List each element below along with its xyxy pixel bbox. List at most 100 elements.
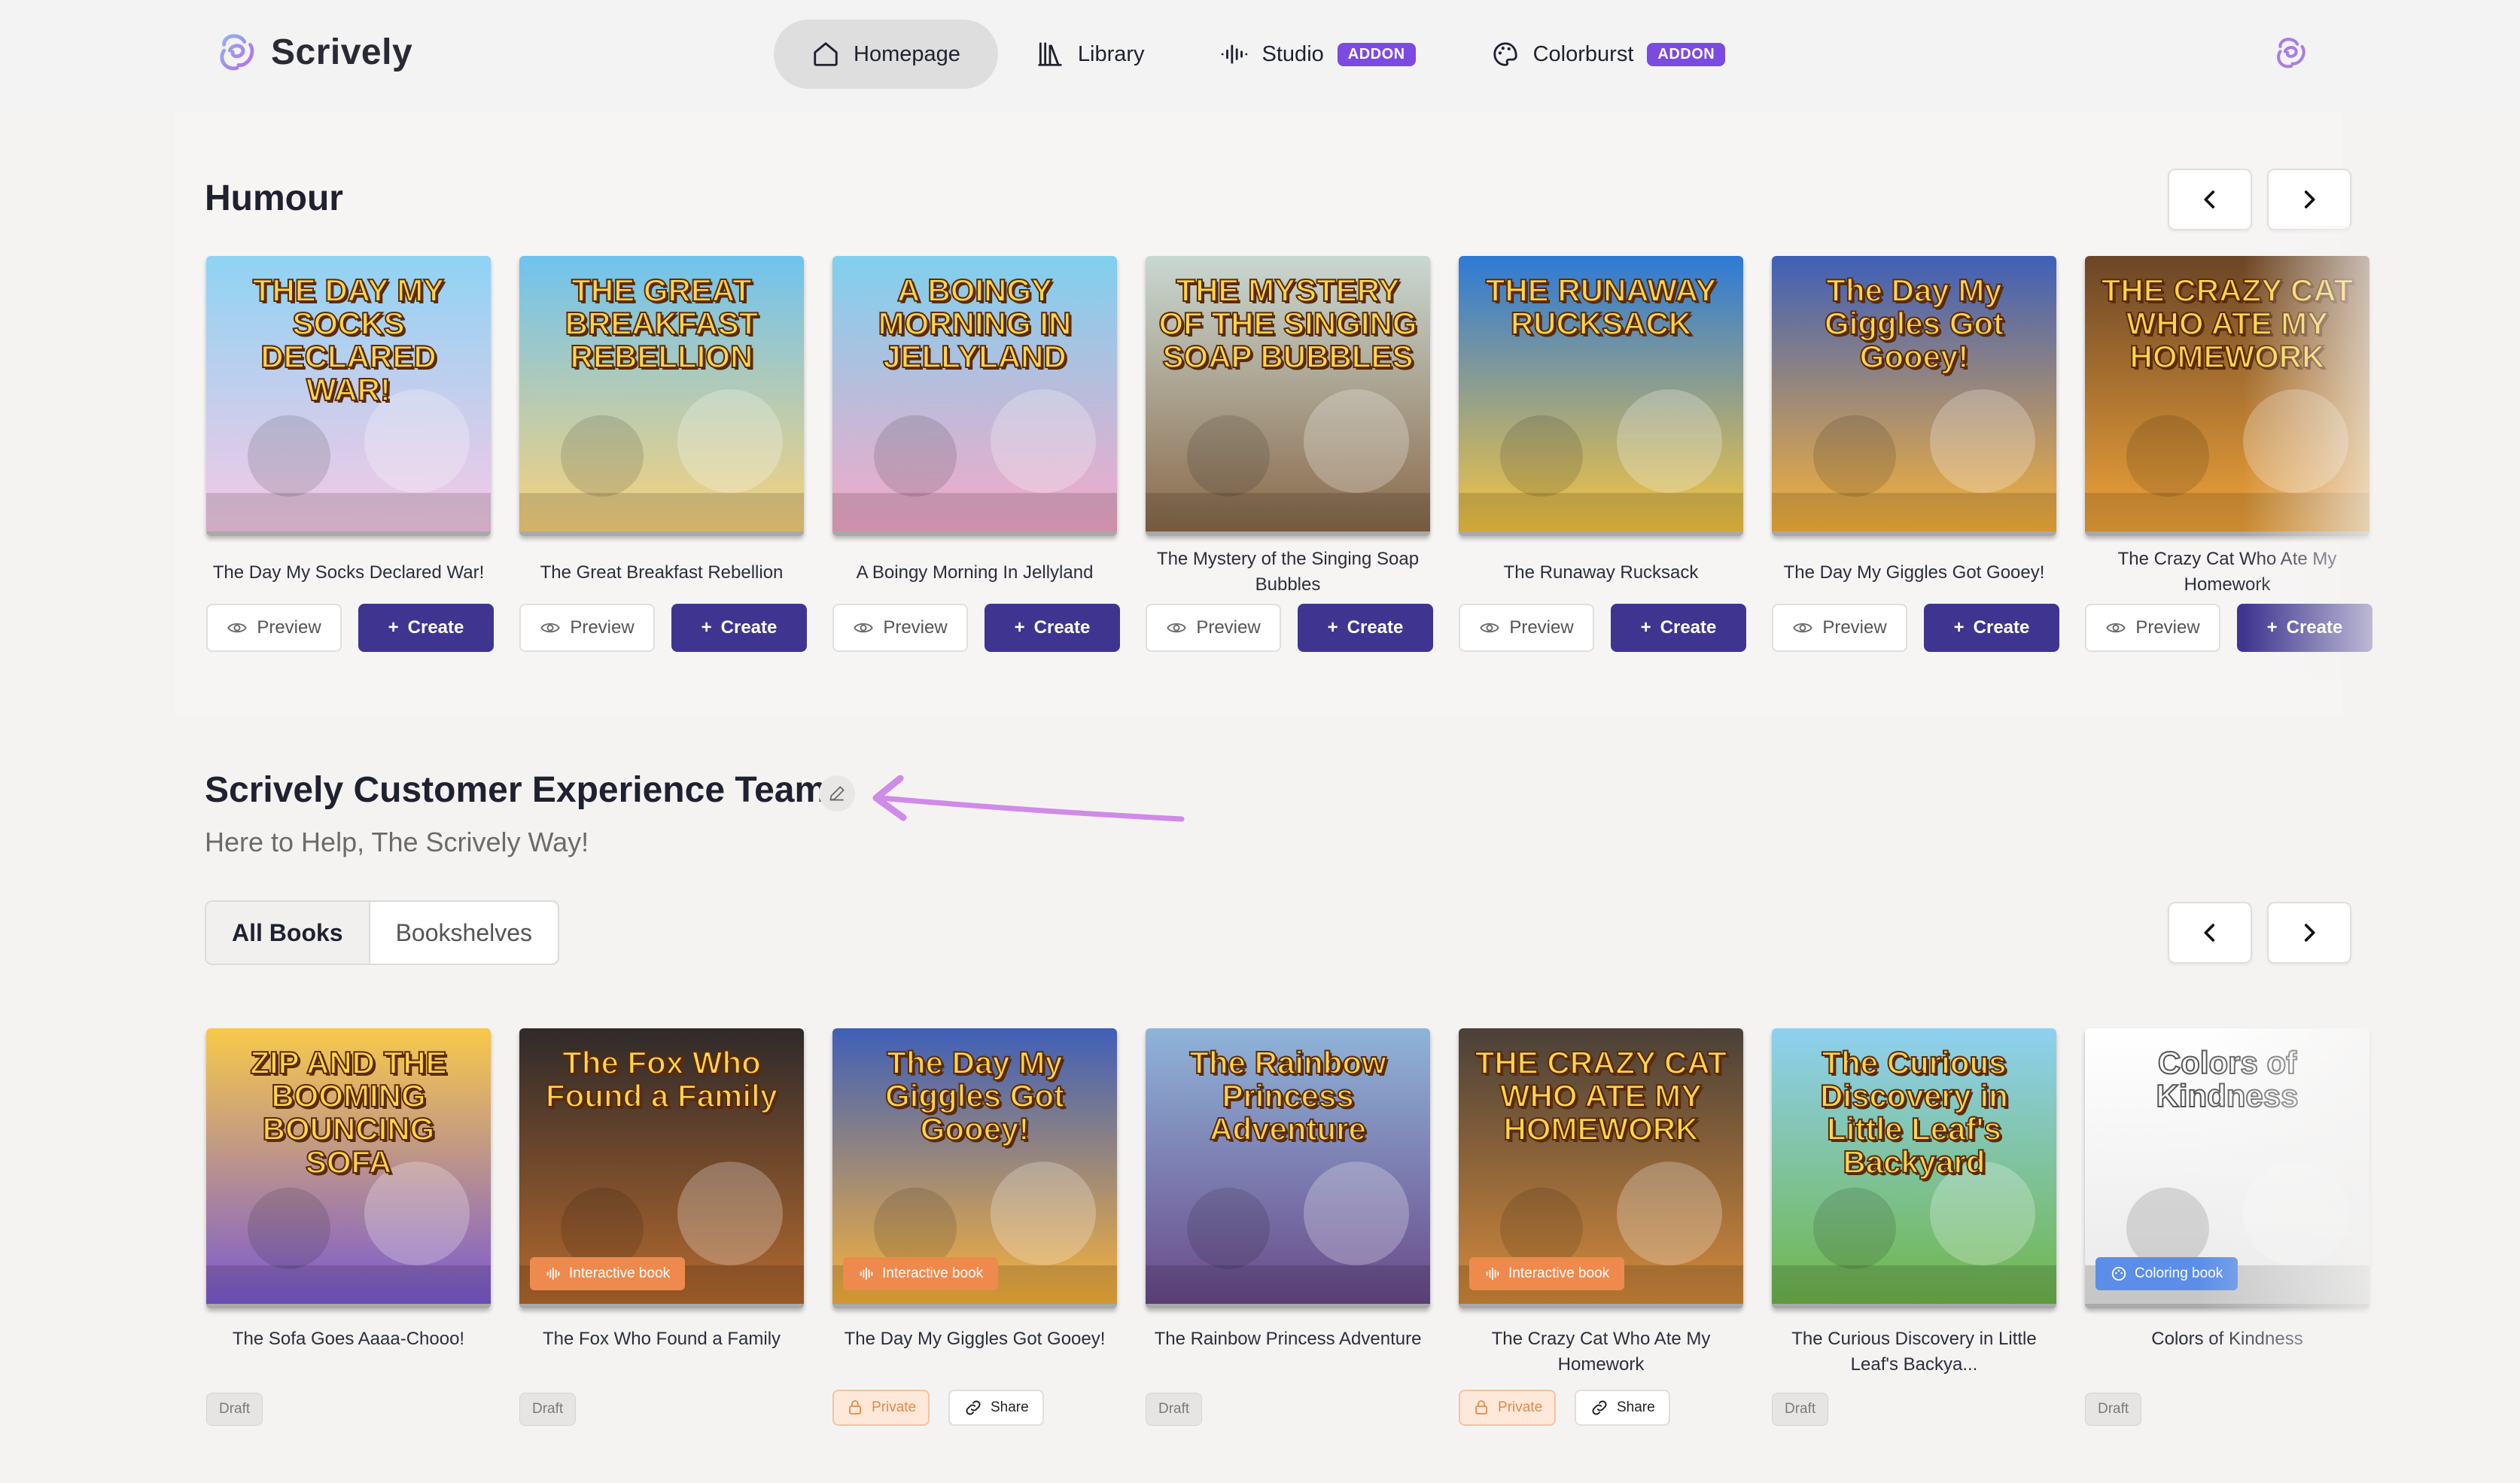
create-button-label: Create [1660,617,1717,638]
team-prev-button[interactable] [2168,902,2252,964]
share-button[interactable]: Share [948,1390,1044,1426]
preview-button[interactable]: Preview [832,604,968,652]
audio-wave-icon [1486,1267,1499,1280]
team-section-title: Scrively Customer Experience Team [205,770,827,810]
eye-icon [2106,623,2126,633]
nav-studio[interactable]: Studio ADDON [1182,20,1453,89]
plus-icon: + [1640,617,1651,638]
chevron-right-icon [2304,190,2315,209]
private-badge[interactable]: Private [1459,1390,1557,1426]
create-button-label: Create [720,617,778,638]
preview-button-label: Preview [257,617,321,638]
book-cover[interactable]: THE MYSTERY OF THE SINGING SOAP BUBBLES [1146,256,1430,536]
book-title: The Sofa Goes Aaaa-Chooo! [232,1329,465,1349]
preview-button[interactable]: Preview [1459,604,1594,652]
cover-title-text: The Fox Who Found a Family [545,1045,778,1114]
tab-bookshelves[interactable]: Bookshelves [370,902,558,964]
book-cover[interactable]: The Rainbow Princess Adventure [1146,1028,1430,1308]
book-title: A Boingy Morning In Jellyland [856,562,1094,583]
link-icon [1592,1400,1607,1415]
book-title: The Rainbow Princess Adventure [1154,1329,1422,1349]
plus-icon: + [388,617,399,638]
draft-badge: Draft [2085,1393,2142,1426]
interactive-book-badge: Interactive book [1469,1257,1625,1290]
preview-button-label: Preview [2135,617,2200,638]
interactive-book-badge: Interactive book [530,1257,686,1290]
create-button[interactable]: + Create [1924,604,2059,652]
humour-section-title: Humour [205,178,343,218]
preview-button-label: Preview [1822,617,1887,638]
private-label: Private [872,1399,917,1415]
palette-icon [1493,42,1517,66]
link-icon [966,1400,981,1415]
preview-button-label: Preview [1196,617,1261,638]
team-next-button[interactable] [2267,902,2351,964]
humour-next-button[interactable] [2267,169,2351,230]
nav-homepage[interactable]: Homepage [774,20,998,89]
share-button[interactable]: Share [1575,1390,1670,1426]
book-cover[interactable]: The Day My Giggles Got Gooey! Interactive… [832,1028,1117,1308]
book-cover[interactable]: The Day My Giggles Got Gooey! [1772,256,2056,536]
book-cover[interactable]: The Curious Discovery in Little Leaf's B… [1772,1028,2056,1308]
create-button[interactable]: + Create [1611,604,1746,652]
create-button[interactable]: + Create [358,604,494,652]
brand-name: Scrively [271,32,413,72]
brand-logo[interactable]: Scrively [214,29,412,75]
book-cover[interactable]: THE DAY MY SOCKS DECLARED WAR! [206,256,491,536]
eye-icon [1480,623,1500,633]
book-title: The Runaway Rucksack [1503,562,1699,583]
create-button-label: Create [1973,617,2030,638]
cover-title-text: A BOINGY MORNING IN JELLYLAND [878,273,1073,375]
preview-button[interactable]: Preview [2085,604,2220,652]
nav-colorburst[interactable]: Colorburst ADDON [1453,20,1764,89]
chevron-left-icon [2204,190,2215,209]
book-title: The Day My Socks Declared War! [212,562,485,583]
nav-colorburst-label: Colorburst [1532,41,1634,66]
humour-prev-button[interactable] [2168,169,2252,230]
book-cover[interactable]: The Fox Who Found a Family Interactive bo… [519,1028,804,1308]
book-title: The Fox Who Found a Family [542,1329,781,1349]
share-label: Share [991,1399,1029,1415]
plus-icon: + [1953,617,1965,638]
book-title: The Mystery of the Singing Soap Bubbles [1156,549,1420,595]
studio-addon-badge: ADDON [1337,42,1416,66]
audio-wave-icon [546,1267,560,1280]
share-label: Share [1617,1399,1655,1415]
audio-wave-icon [860,1267,873,1280]
edit-title-button[interactable] [819,775,855,812]
book-cover[interactable]: THE CRAZY CAT WHO ATE MY HOMEWORK Interac… [1459,1028,1743,1308]
private-badge[interactable]: Private [832,1390,930,1426]
book-cover[interactable]: ZIP AND THE BOOMING BOUNCING SOFA [206,1028,491,1308]
tab-all-books[interactable]: All Books [206,902,370,964]
book-cover[interactable]: THE RUNAWAY RUCKSACK [1459,256,1743,536]
pencil-icon [829,786,845,801]
draft-badge: Draft [519,1393,577,1426]
nav-library-label: Library [1077,41,1145,66]
preview-button-label: Preview [1509,617,1574,638]
preview-button[interactable]: Preview [519,604,655,652]
preview-button[interactable]: Preview [1146,604,1281,652]
book-cover[interactable]: A BOINGY MORNING IN JELLYLAND [832,256,1117,536]
eye-icon [854,623,874,633]
top-navigation-bar: Scrively Homepage Library Studio ADDON C… [0,0,2520,113]
badge-label: Interactive book [569,1265,671,1281]
home-icon [814,42,838,66]
audio-wave-icon [1221,44,1247,64]
preview-button-label: Preview [883,617,948,638]
account-logo-icon[interactable] [2272,33,2311,72]
create-button-label: Create [1347,617,1404,638]
book-cover[interactable]: THE GREAT BREAKFAST REBELLION [519,256,804,536]
preview-button[interactable]: Preview [206,604,342,652]
nav-library[interactable]: Library [998,20,1182,89]
cover-title-text: The Day My Giggles Got Gooey! [884,1045,1065,1147]
eye-icon [540,623,561,633]
create-button[interactable]: + Create [985,604,1120,652]
plus-icon: + [701,617,712,638]
create-button[interactable]: + Create [671,604,807,652]
cover-title-text: THE RUNAWAY RUCKSACK [1485,273,1718,342]
preview-button[interactable]: Preview [1772,604,1907,652]
cover-title-text: ZIP AND THE BOOMING BOUNCING SOFA [249,1045,447,1180]
create-button[interactable]: + Create [1298,604,1433,652]
team-row-fade [2198,994,2424,1445]
cover-title-text: The Day My Giggles Got Gooey! [1824,273,2004,375]
